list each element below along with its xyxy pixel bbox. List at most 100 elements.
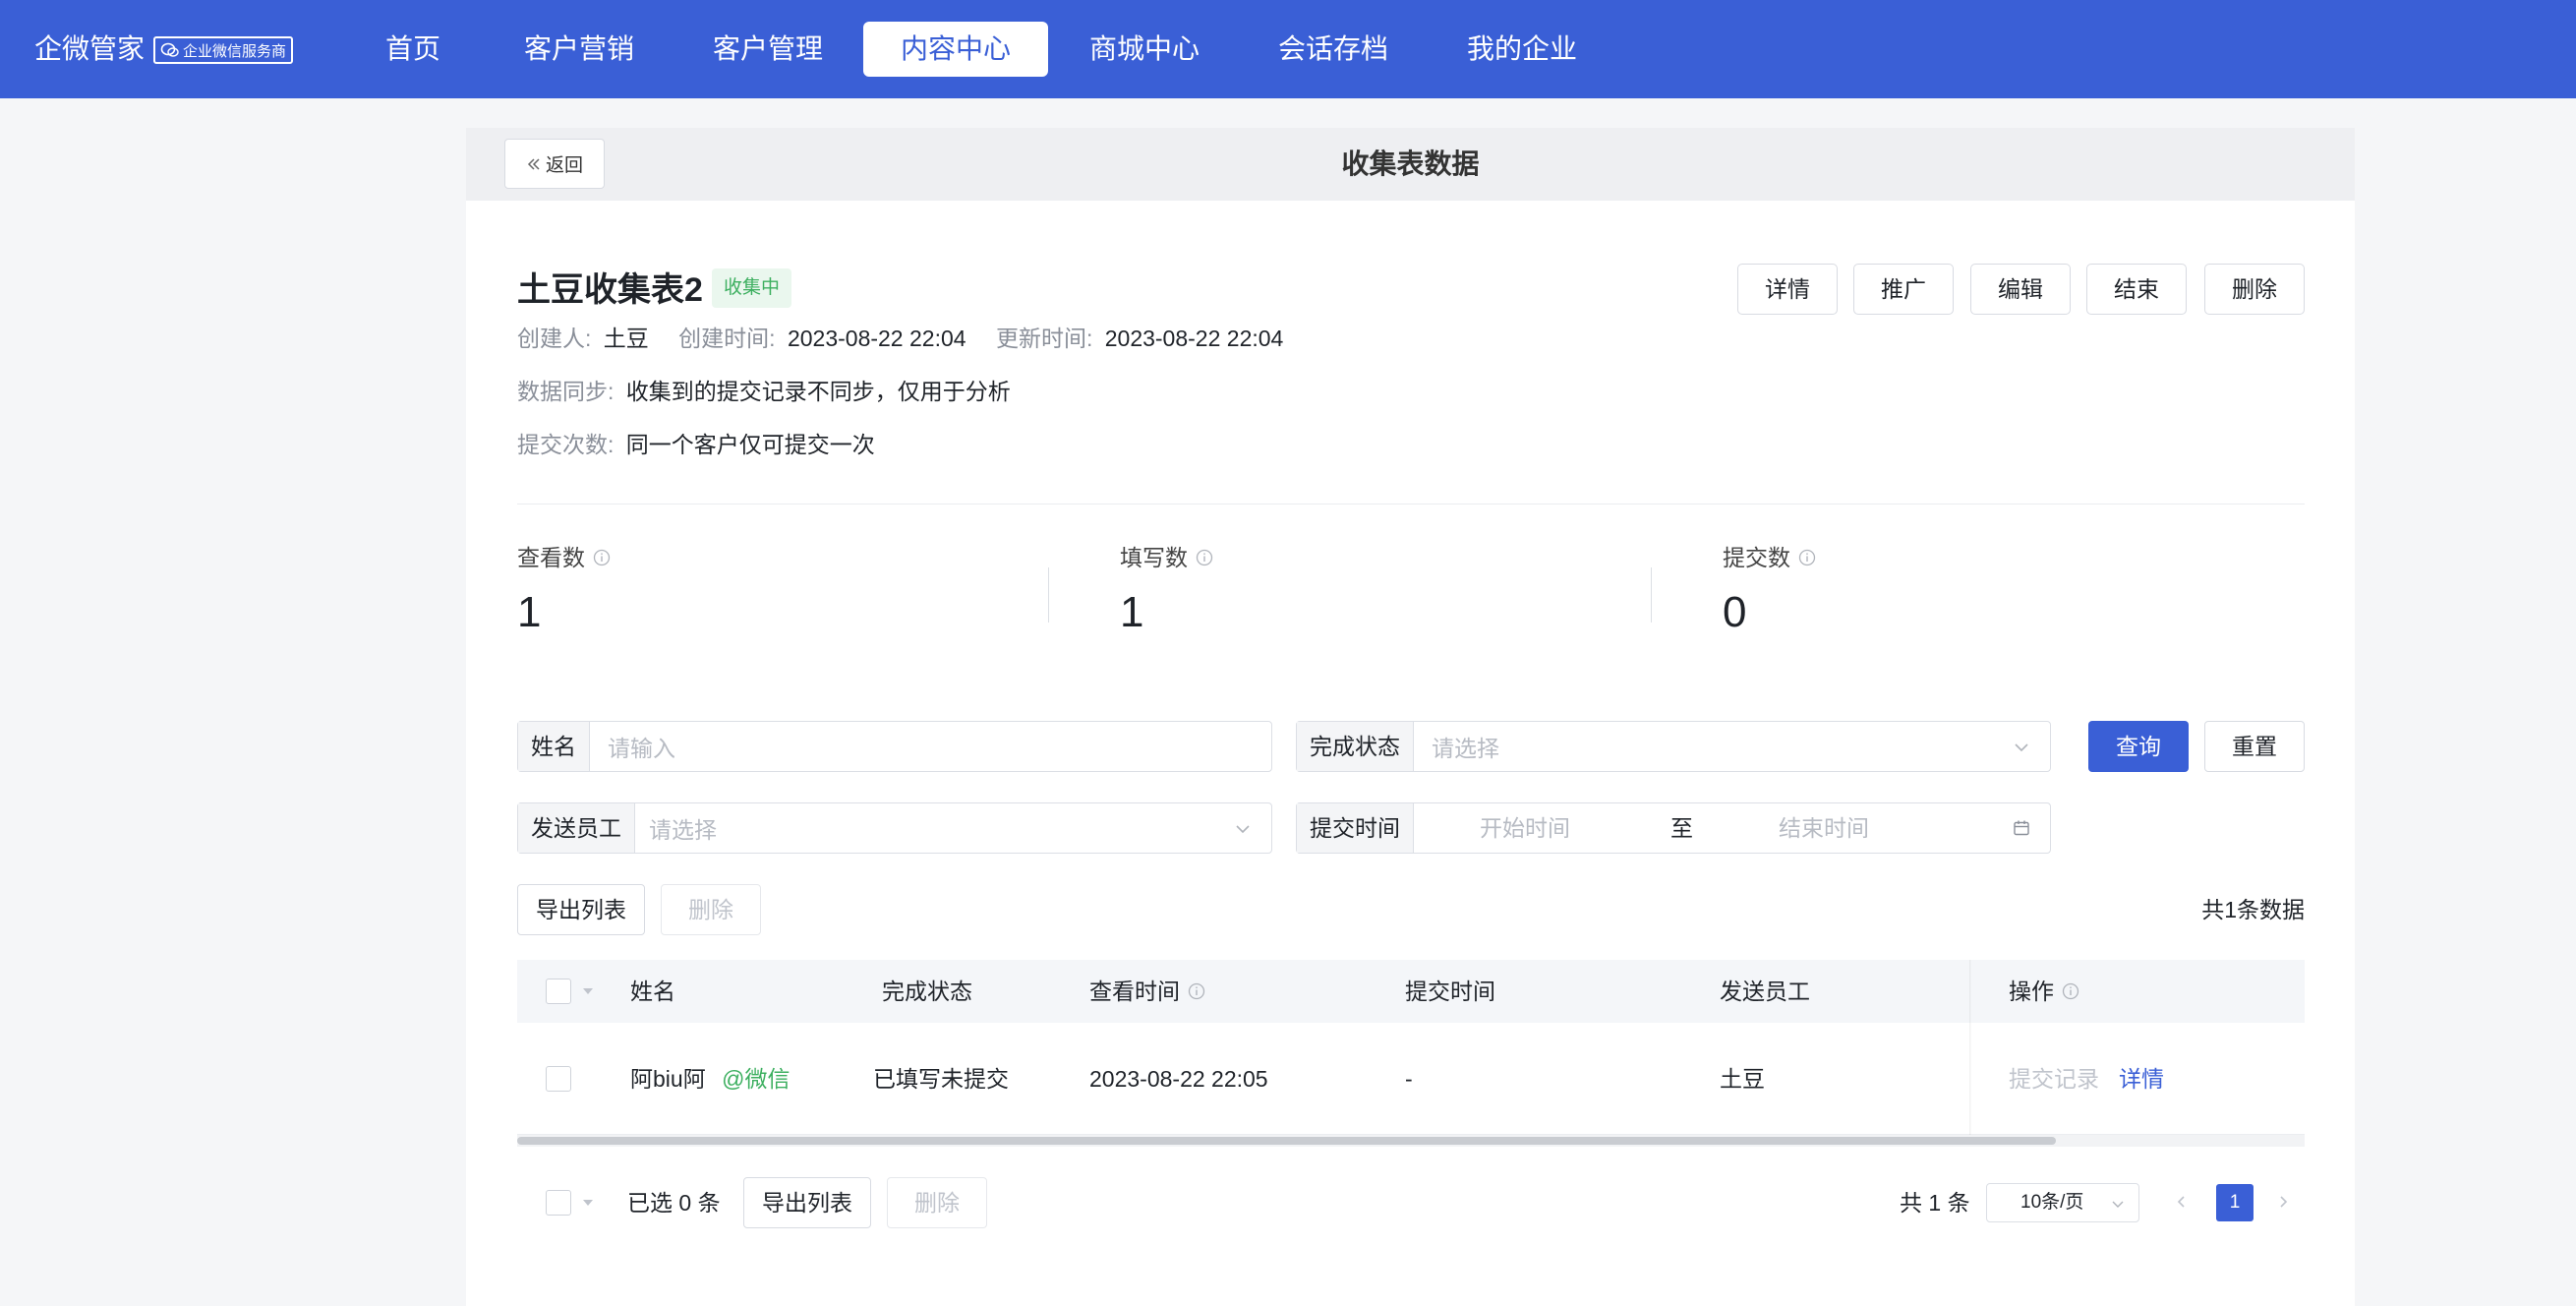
service-provider-badge: 企业微信服务商 [153, 36, 294, 64]
range-separator: 至 [1670, 815, 1693, 841]
nav-my-enterprise[interactable]: 我的企业 [1430, 22, 1614, 77]
batch-delete-button: 删除 [661, 884, 761, 935]
select-all-checkbox[interactable] [546, 979, 571, 1004]
query-button[interactable]: 查询 [2088, 721, 2189, 772]
stat-fills-value: 1 [1120, 588, 1144, 636]
submit-records-link: 提交记录 [2009, 1066, 2099, 1092]
submit-limit-line: 提交次数: 同一个客户仅可提交一次 [517, 430, 875, 459]
col-name: 姓名 [630, 979, 675, 1004]
status-badge: 收集中 [712, 268, 792, 308]
export-list-button[interactable]: 导出列表 [517, 884, 645, 935]
chevron-right-icon[interactable] [2276, 1195, 2290, 1209]
form-name: 土豆收集表2 [517, 271, 703, 309]
stat-views-text: 查看数 [517, 545, 585, 570]
customer-source-tag: @微信 [722, 1066, 790, 1092]
sync-line: 数据同步: 收集到的提交记录不同步，仅用于分析 [517, 377, 1011, 406]
col-status: 完成状态 [882, 979, 972, 1004]
staff-select[interactable]: 请选择 [635, 811, 1271, 845]
scrollbar-thumb[interactable] [517, 1137, 2056, 1145]
stat-views-value: 1 [517, 588, 542, 636]
back-button[interactable]: 返回 [504, 139, 605, 189]
nav-customer-marketing[interactable]: 客户营销 [487, 22, 672, 77]
reset-button[interactable]: 重置 [2204, 721, 2305, 772]
status-select[interactable]: 请选择 [1414, 730, 2050, 763]
chevron-down-icon [1236, 825, 1250, 834]
staff-filter: 发送员工 请选择 [517, 802, 1272, 854]
sync-label: 数据同步: [517, 379, 615, 404]
footer-select-all-checkbox[interactable] [546, 1190, 571, 1216]
submit-time-label: 提交时间 [1297, 803, 1414, 853]
name-filter: 姓名 请输入 [517, 721, 1272, 772]
start-time-input[interactable]: 开始时间 [1480, 803, 1570, 853]
nav-content-center[interactable]: 内容中心 [863, 22, 1049, 77]
page-size-value: 10条/页 [2020, 1192, 2084, 1213]
double-chevron-left-icon [527, 157, 540, 170]
delete-form-button[interactable]: 删除 [2204, 264, 2305, 315]
col-actions: 操作 [2009, 960, 2079, 1023]
main-panel: 收集表数据 返回 土豆收集表2 收集中 详情 推广 编辑 结束 删除 创建人: … [466, 128, 2355, 1306]
cell-submit-time: - [1405, 1066, 1413, 1092]
created-label: 创建时间: [678, 326, 776, 351]
stat-views-label: 查看数 [517, 543, 611, 572]
cell-name: 阿biu阿 @微信 [630, 1023, 790, 1135]
updated-label: 更新时间: [995, 326, 1093, 351]
cell-staff: 土豆 [1720, 1066, 1765, 1092]
name-filter-label: 姓名 [518, 722, 590, 771]
stat-divider [1651, 567, 1652, 623]
chevron-down-icon [2015, 743, 2028, 752]
selected-count: 已选 0 条 [627, 1190, 721, 1216]
caret-down-icon[interactable] [582, 987, 594, 995]
info-icon[interactable] [593, 549, 611, 566]
row-checkbox[interactable] [546, 1066, 571, 1092]
panel-header: 收集表数据 返回 [466, 128, 2355, 201]
meta-line: 创建人: 土豆 创建时间: 2023-08-22 22:04 更新时间: 202… [517, 324, 1283, 353]
sync-value: 收集到的提交记录不同步，仅用于分析 [625, 379, 1011, 404]
cell-status: 已填写未提交 [873, 1066, 1009, 1092]
col-submit-time: 提交时间 [1405, 979, 1495, 1004]
info-icon[interactable] [1196, 549, 1213, 566]
total-count: 共1条数据 [2201, 897, 2305, 922]
status-filter-label: 完成状态 [1297, 722, 1414, 771]
stat-submits-value: 0 [1723, 588, 1747, 636]
chevron-left-icon[interactable] [2175, 1195, 2189, 1209]
edit-button[interactable]: 编辑 [1970, 264, 2071, 315]
detail-button[interactable]: 详情 [1737, 264, 1838, 315]
info-icon[interactable] [1188, 982, 1205, 1000]
caret-down-icon[interactable] [582, 1199, 594, 1207]
creator-value: 土豆 [603, 326, 649, 351]
cell-view-time: 2023-08-22 22:05 [1089, 1066, 1268, 1092]
created-value: 2023-08-22 22:04 [787, 326, 966, 351]
stat-submits-label: 提交数 [1723, 543, 1816, 572]
row-detail-link[interactable]: 详情 [2119, 1023, 2164, 1135]
col-view-time-text: 查看时间 [1089, 979, 1180, 1004]
nav-home[interactable]: 首页 [348, 22, 478, 77]
staff-filter-label: 发送员工 [518, 803, 635, 853]
end-button[interactable]: 结束 [2086, 264, 2187, 315]
updated-value: 2023-08-22 22:04 [1104, 326, 1284, 351]
end-time-input[interactable]: 结束时间 [1779, 803, 1869, 853]
stat-submits-text: 提交数 [1723, 545, 1790, 570]
promote-button[interactable]: 推广 [1853, 264, 1954, 315]
submit-limit-value: 同一个客户仅可提交一次 [625, 432, 875, 457]
submit-limit-label: 提交次数: [517, 432, 615, 457]
service-provider-text: 企业微信服务商 [183, 42, 287, 60]
nav-customer-management[interactable]: 客户管理 [675, 22, 860, 77]
nav-session-archive[interactable]: 会话存档 [1241, 22, 1426, 77]
current-page-button[interactable]: 1 [2216, 1184, 2254, 1221]
footer-export-button[interactable]: 导出列表 [743, 1177, 871, 1228]
info-icon[interactable] [2062, 982, 2079, 1000]
col-view-time: 查看时间 [1089, 960, 1205, 1023]
creator-label: 创建人: [517, 326, 592, 351]
horizontal-scrollbar[interactable] [517, 1135, 2305, 1147]
col-staff: 发送员工 [1720, 979, 1810, 1004]
top-nav-bar: 企微管家 企业微信服务商 首页 客户营销 客户管理 内容中心 商城中心 会话存档… [0, 0, 2576, 98]
stat-fills-text: 填写数 [1120, 545, 1188, 570]
page-size-select[interactable]: 10条/页 [1986, 1183, 2139, 1222]
submit-time-filter: 提交时间 开始时间 至 结束时间 [1296, 802, 2051, 854]
footer-delete-button: 删除 [887, 1177, 987, 1228]
calendar-icon[interactable] [2013, 819, 2030, 837]
name-input[interactable]: 请输入 [590, 730, 1271, 763]
info-icon[interactable] [1798, 549, 1816, 566]
nav-mall-center[interactable]: 商城中心 [1052, 22, 1237, 77]
fixed-column-shadow [1969, 960, 1971, 1135]
